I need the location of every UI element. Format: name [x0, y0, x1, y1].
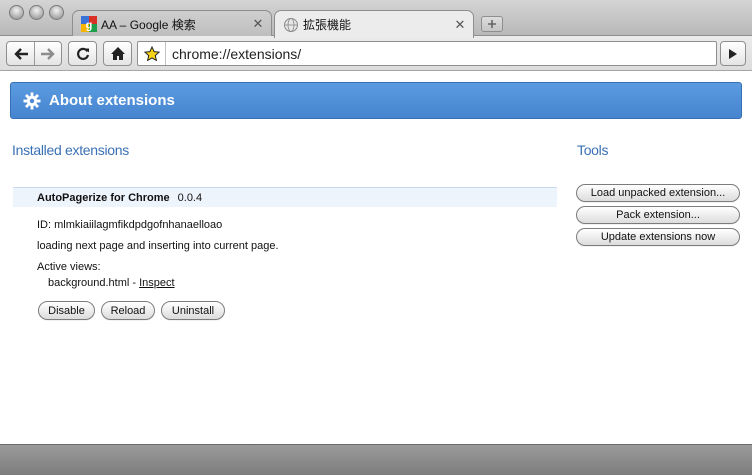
tools-heading: Tools — [577, 142, 609, 158]
tab-title: AA – Google 検索 — [101, 17, 196, 32]
disable-button[interactable]: Disable — [38, 301, 95, 320]
uninstall-button[interactable]: Uninstall — [161, 301, 225, 320]
active-views-label: Active views: — [37, 261, 101, 273]
inspect-link[interactable]: Inspect — [139, 277, 174, 289]
back-forward-group — [6, 41, 62, 66]
tab-title: 拡張機能 — [303, 18, 352, 32]
load-unpacked-extension-button[interactable]: Load unpacked extension... — [576, 184, 740, 202]
reload-icon — [76, 47, 89, 60]
url-text: chrome://extensions/ — [172, 45, 302, 62]
star-icon — [143, 45, 160, 61]
extension-id: ID: mlmkiaiilagmfikdpdgofnhanaelloao — [37, 219, 223, 231]
extension-version: 0.0.4 — [177, 191, 203, 204]
forward-button[interactable] — [34, 42, 61, 65]
installed-extensions-heading: Installed extensions — [12, 142, 129, 158]
extension-description: loading next page and inserting into cur… — [37, 240, 279, 252]
home-button[interactable] — [104, 42, 131, 65]
close-tab-icon[interactable]: ✕ — [453, 17, 467, 33]
bookmark-star-button[interactable] — [138, 42, 166, 65]
minimize-window-button[interactable] — [29, 5, 44, 20]
tab-google-search[interactable]: g AA – Google 検索 ✕ — [72, 10, 272, 37]
google-g-icon: g — [81, 16, 97, 32]
go-arrow-icon — [729, 48, 737, 59]
tab-extensions[interactable]: 拡張機能 ✕ — [274, 10, 474, 38]
pack-extension-button[interactable]: Pack extension... — [576, 206, 740, 224]
active-view-entry: background.html - Inspect — [48, 277, 175, 289]
toolbar: chrome://extensions/ — [0, 36, 752, 71]
svg-text:g: g — [86, 20, 93, 32]
back-arrow-icon — [13, 47, 28, 60]
page-title: About extensions — [49, 92, 175, 109]
gear-icon — [23, 92, 41, 110]
view-separator: - — [129, 277, 140, 289]
reload-group — [68, 41, 97, 66]
zoom-window-button[interactable] — [49, 5, 64, 20]
reload-button[interactable] — [69, 42, 96, 65]
address-bar[interactable]: chrome://extensions/ — [137, 41, 717, 66]
close-tab-icon[interactable]: ✕ — [251, 16, 265, 32]
plus-icon — [488, 20, 496, 28]
reload-extension-button[interactable]: Reload — [101, 301, 155, 320]
close-window-button[interactable] — [9, 5, 24, 20]
view-name: background.html — [48, 277, 130, 289]
back-button[interactable] — [7, 42, 34, 65]
home-icon — [110, 47, 125, 60]
extension-name: AutoPagerize for Chrome — [37, 191, 170, 204]
about-extensions-banner: About extensions — [10, 82, 742, 119]
forward-arrow-icon — [41, 47, 55, 60]
extension-header: AutoPagerize for Chrome 0.0.4 — [13, 187, 557, 207]
page-menu-button[interactable] — [720, 41, 746, 66]
tab-strip: g AA – Google 検索 ✕ 拡張機能 ✕ — [0, 0, 752, 38]
home-group — [103, 41, 132, 66]
globe-icon — [284, 17, 298, 32]
new-tab-button[interactable] — [481, 16, 503, 32]
update-extensions-button[interactable]: Update extensions now — [576, 228, 740, 246]
window-bottom-bar — [0, 444, 752, 475]
